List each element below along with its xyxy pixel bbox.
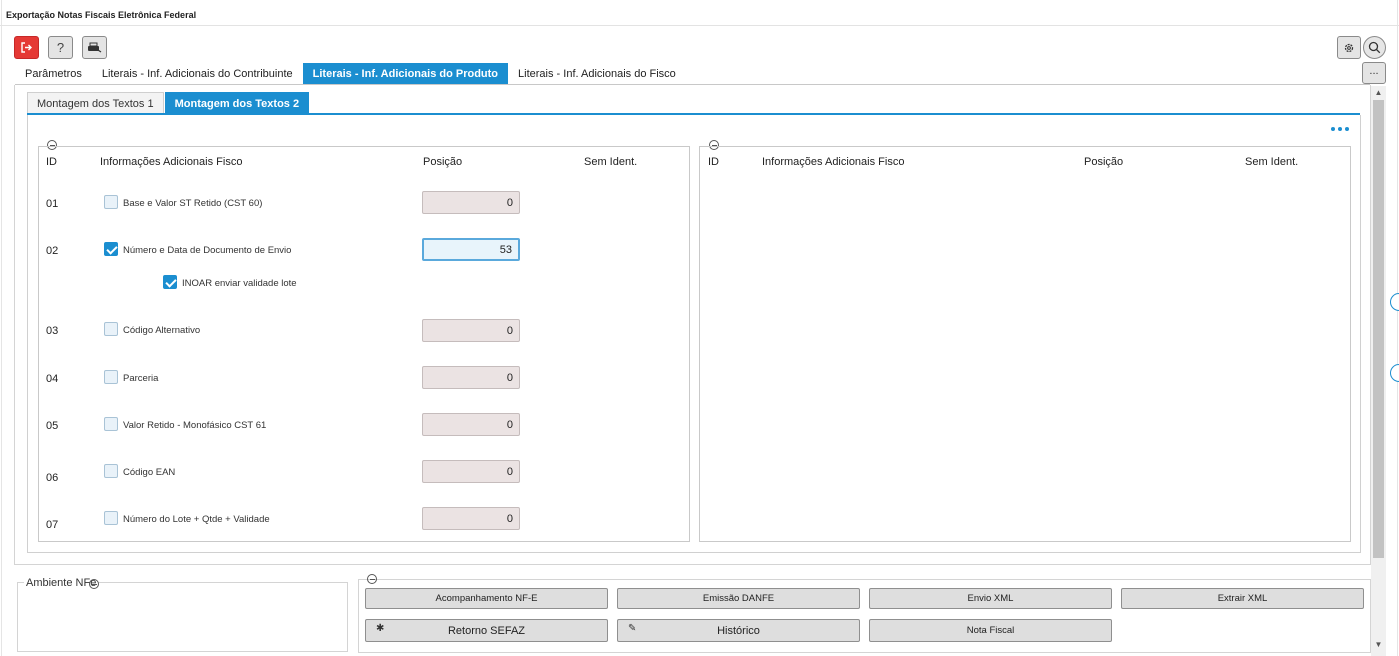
scroll-up-icon[interactable]: ▲ <box>1373 88 1384 97</box>
checkbox-label: Número do Lote + Qtde + Validade <box>123 514 270 525</box>
checkbox-inoar-validade[interactable] <box>163 275 177 289</box>
window-title: Exportação Notas Fiscais Eletrônica Fede… <box>0 0 1399 26</box>
exit-button[interactable] <box>14 36 39 59</box>
search-button[interactable] <box>1363 36 1386 59</box>
col-posicao: Posição <box>423 156 463 168</box>
historico-button[interactable]: ✎ Histórico <box>617 619 860 642</box>
posicao-input-05[interactable]: 0 <box>422 413 520 436</box>
tab-montagem-2[interactable]: Montagem dos Textos 2 <box>164 92 310 114</box>
row-id: 05 <box>46 420 59 432</box>
envio-xml-button[interactable]: Envio XML <box>869 588 1112 609</box>
ambiente-nfe-box <box>17 582 348 652</box>
posicao-input-07[interactable]: 0 <box>422 507 520 530</box>
row-id: 07 <box>46 519 59 531</box>
col-info: Informações Adicionais Fisco <box>762 156 905 168</box>
tab-inf-fisco[interactable]: Literais - Inf. Adicionais do Fisco <box>508 63 686 85</box>
posicao-input-01[interactable]: 0 <box>422 191 520 214</box>
gear-icon: ✱ <box>376 623 385 634</box>
row-id: 04 <box>46 373 59 385</box>
col-info: Informações Adicionais Fisco <box>100 156 243 168</box>
button-label: Histórico <box>717 624 760 637</box>
checkbox-label: INOAR enviar validade lote <box>182 278 297 289</box>
acompanhamento-nfe-button[interactable]: Acompanhamento NF-E <box>365 588 608 609</box>
row-id: 06 <box>46 472 59 484</box>
posicao-input-06[interactable]: 0 <box>422 460 520 483</box>
posicao-input-03[interactable]: 0 <box>422 319 520 342</box>
checkbox-label: Valor Retido - Monofásico CST 61 <box>123 420 267 431</box>
checkbox-base-valor-st[interactable] <box>104 195 118 209</box>
button-label: Nota Fiscal <box>966 625 1015 636</box>
more-options-button[interactable]: ... <box>1362 62 1386 84</box>
nota-fiscal-button[interactable]: Nota Fiscal <box>869 619 1112 642</box>
search-icon <box>1368 41 1381 54</box>
gear-icon <box>1344 43 1354 52</box>
checkbox-numero-data-doc[interactable] <box>104 242 118 256</box>
tab-parametros[interactable]: Parâmetros <box>15 63 92 85</box>
right-group <box>699 146 1351 542</box>
ambiente-label: Ambiente NFe <box>26 577 97 589</box>
side-handle-icon[interactable] <box>1390 364 1399 382</box>
checkbox-parceria[interactable] <box>104 370 118 384</box>
sub-tabs: Montagem dos Textos 1 Montagem dos Texto… <box>27 92 310 114</box>
emissao-danfe-button[interactable]: Emissão DANFE <box>617 588 860 609</box>
checkbox-label: Número e Data de Documento de Envio <box>123 245 292 256</box>
posicao-input-02[interactable]: 53 <box>422 238 520 261</box>
row-id: 02 <box>46 245 59 257</box>
checkbox-valor-retido[interactable] <box>104 417 118 431</box>
button-label: Emissão DANFE <box>702 593 775 604</box>
button-label: Retorno SEFAZ <box>447 624 526 637</box>
ambiente-nfe-legend: Ambiente NFe <box>24 577 99 589</box>
col-posicao: Posição <box>1084 156 1124 168</box>
tab-inf-contribuinte[interactable]: Literais - Inf. Adicionais do Contribuin… <box>92 63 303 85</box>
collapse-ambiente-icon[interactable] <box>89 579 99 589</box>
main-tabs: Parâmetros Literais - Inf. Adicionais do… <box>15 63 686 85</box>
exit-icon <box>21 42 32 53</box>
print-button[interactable] <box>82 36 107 59</box>
checkbox-codigo-alternativo[interactable] <box>104 322 118 336</box>
help-button[interactable]: ? <box>48 36 73 59</box>
print-icon <box>88 42 102 53</box>
button-label: Acompanhamento NF-E <box>435 593 538 604</box>
collapse-actions-icon[interactable] <box>367 574 377 584</box>
settings-button[interactable] <box>1337 36 1361 59</box>
row-id: 03 <box>46 325 59 337</box>
side-handle-icon[interactable] <box>1390 293 1399 311</box>
edit-icon: ✎ <box>628 623 637 634</box>
checkbox-codigo-ean[interactable] <box>104 464 118 478</box>
tab-montagem-1[interactable]: Montagem dos Textos 1 <box>27 92 164 114</box>
checkbox-label: Código EAN <box>123 467 176 478</box>
checkbox-numero-lote[interactable] <box>104 511 118 525</box>
checkbox-label: Parceria <box>123 373 159 384</box>
col-sem-ident: Sem Ident. <box>584 156 638 168</box>
col-sem-ident: Sem Ident. <box>1245 156 1299 168</box>
retorno-sefaz-button[interactable]: ✱ Retorno SEFAZ <box>365 619 608 642</box>
extrair-xml-button[interactable]: Extrair XML <box>1121 588 1364 609</box>
button-label: Extrair XML <box>1217 593 1268 604</box>
button-label: Envio XML <box>967 593 1014 604</box>
posicao-input-04[interactable]: 0 <box>422 366 520 389</box>
scroll-down-icon[interactable]: ▼ <box>1373 640 1384 649</box>
checkbox-label: Base e Valor ST Retido (CST 60) <box>123 198 263 209</box>
col-id: ID <box>708 156 719 168</box>
row-id: 01 <box>46 198 59 210</box>
more-dots-icon[interactable] <box>1331 127 1349 131</box>
checkbox-label: Código Alternativo <box>123 325 201 336</box>
tab-inf-produto[interactable]: Literais - Inf. Adicionais do Produto <box>302 63 509 85</box>
col-id: ID <box>46 156 57 168</box>
scroll-thumb[interactable] <box>1373 100 1384 558</box>
